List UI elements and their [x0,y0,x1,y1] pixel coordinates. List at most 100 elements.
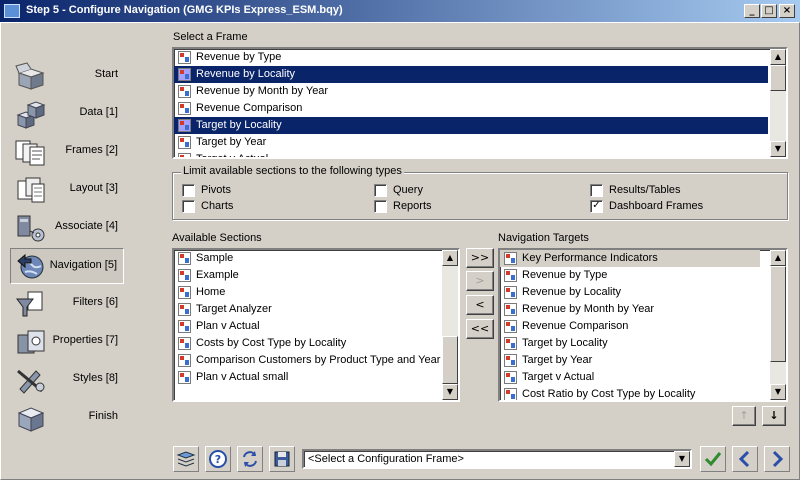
list-item[interactable]: Revenue by Type [500,267,760,284]
section-item-icon [504,252,517,265]
checkbox-box[interactable] [590,184,603,197]
list-item-label: Home [196,286,226,298]
minimize-icon[interactable]: _ [744,4,760,18]
step-label: Finish [88,410,118,422]
move-down-icon[interactable]: ↓ [762,406,786,426]
step-label: Frames [2] [65,144,118,156]
start-box-icon [15,62,45,90]
navigation-targets-list[interactable]: Key Performance Indicators Revenue by Typ… [498,248,788,402]
scroll-thumb[interactable] [442,336,458,384]
list-item[interactable]: Key Performance Indicators [500,250,760,267]
list-item[interactable]: Revenue by Type [174,49,768,66]
frame-list-scrollbar[interactable]: ▲ ▼ [770,49,786,157]
remove-all-button[interactable]: << [466,319,494,339]
section-item-icon [178,119,191,132]
scroll-up-icon[interactable]: ▲ [442,250,458,266]
step-styles[interactable]: Styles [8] [10,362,124,398]
navigation-targets-label: Navigation Targets [498,232,589,244]
step-associate[interactable]: Associate [4] [10,210,124,246]
stack-icon[interactable] [173,446,199,472]
step-finish[interactable]: Finish [10,400,124,436]
associate-icon [17,215,45,242]
section-item-icon [178,51,191,64]
list-item[interactable]: Revenue by Locality [500,284,760,301]
scroll-down-icon[interactable]: ▼ [770,141,786,157]
list-item-label: Target by Year [522,354,593,366]
list-item-label: Target by Year [196,136,267,148]
svg-text:?: ? [215,453,221,466]
list-item-label: Target by Locality [522,337,608,349]
refresh-icon[interactable] [237,446,263,472]
section-item-icon [504,320,517,333]
step-navigation[interactable]: Navigation [5] [10,248,124,284]
list-item[interactable]: Comparison Customers by Product Type and… [174,352,442,369]
list-item[interactable]: Target by Year [500,352,760,369]
checkbox-box[interactable]: ✓ [590,200,603,213]
add-all-button[interactable]: >> [466,248,494,268]
list-item[interactable]: Target v Actual [500,369,760,386]
move-up-icon[interactable]: ↑ [732,406,756,426]
checkmark-icon[interactable] [700,446,726,472]
list-item[interactable]: Revenue Comparison [500,318,760,335]
scroll-thumb[interactable] [770,266,786,362]
step-layout[interactable]: Layout [3] [10,172,124,208]
scroll-thumb[interactable] [770,65,786,91]
step-data[interactable]: Data [1] [10,96,124,132]
step-label: Start [94,68,118,80]
list-item[interactable]: Revenue by Month by Year [174,83,768,100]
list-item[interactable]: Revenue by Locality [174,66,768,83]
targets-list-scrollbar[interactable]: ▲ ▼ [770,250,786,400]
list-item[interactable]: Target Analyzer [174,301,442,318]
step-start[interactable]: Start [10,58,124,94]
scroll-down-icon[interactable]: ▼ [770,384,786,400]
available-sections-list[interactable]: Sample Example Home Target Analyzer Plan v A… [172,248,460,402]
list-item-label: Plan v Actual small [196,371,289,383]
list-item[interactable]: Revenue Comparison [174,100,768,117]
help-icon[interactable]: ? [205,446,231,472]
frame-list[interactable]: Revenue by Type Revenue by Locality Revenu… [172,47,788,159]
back-arrow-icon[interactable] [732,446,758,472]
list-item-label: Revenue Comparison [196,102,303,114]
list-item[interactable]: Sample [174,250,442,267]
section-item-icon [178,85,191,98]
list-item[interactable]: Home [174,284,442,301]
list-item[interactable]: Target by Locality [174,117,768,134]
remove-selected-button[interactable]: < [466,295,494,315]
step-properties[interactable]: Properties [7] [10,324,124,360]
checkbox-box[interactable] [182,184,195,197]
section-item-icon [178,337,191,350]
chevron-down-icon[interactable]: ▼ [674,451,690,467]
configuration-frame-select[interactable]: <Select a Configuration Frame> ▼ [302,449,692,469]
section-item-icon [504,286,517,299]
list-item[interactable]: Revenue by Month by Year [500,301,760,318]
list-item[interactable]: Target by Locality [500,335,760,352]
list-item[interactable]: Target by Year [174,134,768,151]
list-item[interactable]: Target v Actual [174,151,768,157]
finish-cube-icon [17,407,45,432]
step-filters[interactable]: Filters [6] [10,286,124,322]
checkbox-box[interactable] [182,200,195,213]
select-frame-label: Select a Frame [173,31,248,43]
step-frames[interactable]: Frames [2] [10,134,124,170]
scroll-up-icon[interactable]: ▲ [770,49,786,65]
available-list-scrollbar[interactable]: ▲ ▼ [442,250,458,400]
maximize-icon[interactable]: □ [761,4,777,18]
list-item[interactable]: Costs by Cost Type by Locality [174,335,442,352]
next-arrow-icon[interactable] [764,446,790,472]
section-item-icon [178,269,191,282]
list-item[interactable]: Cost Ratio by Cost Type by Locality [500,386,760,400]
list-item-label: Target Analyzer [196,303,272,315]
add-selected-button[interactable]: > [466,271,494,291]
save-disk-icon[interactable] [269,446,295,472]
checkbox-box[interactable] [374,200,387,213]
list-item[interactable]: Plan v Actual [174,318,442,335]
scroll-down-icon[interactable]: ▼ [442,384,458,400]
layout-icon [17,177,45,203]
list-item-label: Revenue by Type [196,51,282,63]
list-item[interactable]: Example [174,267,442,284]
section-item-icon [178,102,191,115]
list-item[interactable]: Plan v Actual small [174,369,442,386]
close-icon[interactable]: × [779,4,795,18]
scroll-up-icon[interactable]: ▲ [770,250,786,266]
checkbox-box[interactable] [374,184,387,197]
